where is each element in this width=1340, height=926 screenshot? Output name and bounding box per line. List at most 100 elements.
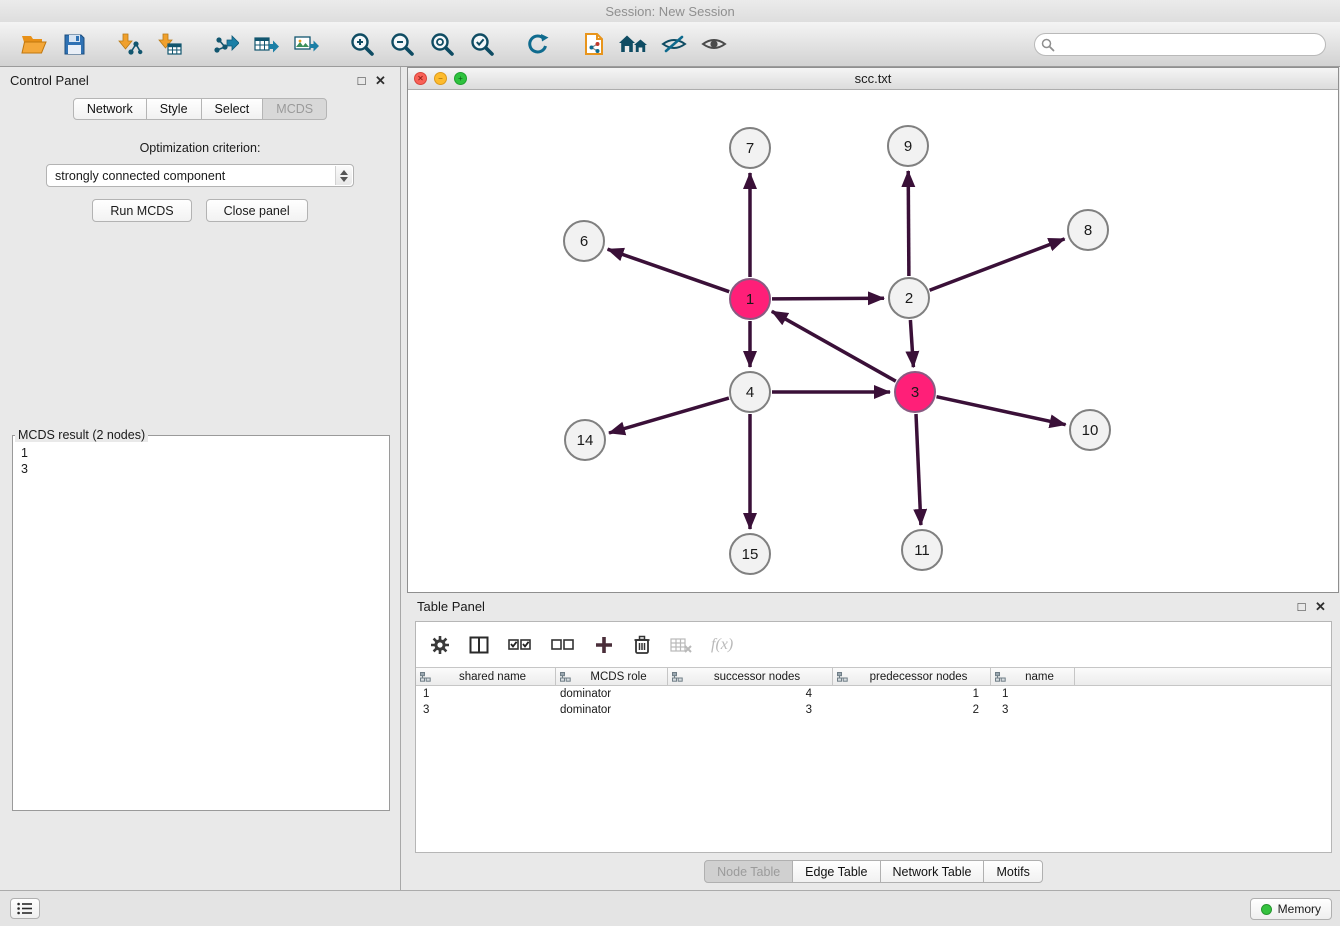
- home-button[interactable]: [614, 26, 654, 62]
- node-6[interactable]: 6: [564, 221, 604, 261]
- tab-motifs[interactable]: Motifs: [983, 860, 1042, 883]
- zoom-window-button[interactable]: +: [454, 72, 467, 85]
- export-image-button[interactable]: [286, 26, 326, 62]
- tab-network-table[interactable]: Network Table: [880, 860, 985, 883]
- edge-3-11[interactable]: [916, 414, 921, 525]
- table-cell[interactable]: dominator: [556, 702, 668, 718]
- edge-4-14[interactable]: [609, 398, 729, 433]
- column-header-predecessor-nodes[interactable]: predecessor nodes: [833, 668, 991, 685]
- minimize-window-button[interactable]: −: [434, 72, 447, 85]
- table-row[interactable]: 1dominator411: [416, 686, 1331, 702]
- edge-3-10[interactable]: [937, 397, 1066, 425]
- node-3[interactable]: 3: [895, 372, 935, 412]
- memory-label: Memory: [1278, 902, 1321, 916]
- table-row[interactable]: 3dominator323: [416, 702, 1331, 718]
- export-table-button[interactable]: [246, 26, 286, 62]
- delete-table-button[interactable]: [670, 636, 692, 654]
- node-7[interactable]: 7: [730, 128, 770, 168]
- zoom-fit-button[interactable]: [422, 26, 462, 62]
- sort-column-icon: [672, 672, 683, 682]
- node-10[interactable]: 10: [1070, 410, 1110, 450]
- delete-column-button[interactable]: [633, 635, 651, 655]
- create-column-button[interactable]: [594, 635, 614, 655]
- column-header-name[interactable]: name: [991, 668, 1075, 685]
- close-control-panel-button[interactable]: ✕: [371, 71, 390, 90]
- apply-style-button[interactable]: [654, 26, 694, 62]
- table-cell[interactable]: 3: [668, 702, 833, 718]
- column-header-MCDS-role[interactable]: MCDS role: [556, 668, 668, 685]
- close-window-button[interactable]: ✕: [414, 72, 427, 85]
- mcds-result-list[interactable]: 13: [13, 442, 389, 810]
- result-item[interactable]: 1: [21, 445, 381, 461]
- column-header-shared-name[interactable]: shared name: [416, 668, 556, 685]
- node-8[interactable]: 8: [1068, 210, 1108, 250]
- memory-button[interactable]: Memory: [1250, 898, 1332, 920]
- table-cell[interactable]: 1: [833, 686, 991, 702]
- import-table-icon: [157, 32, 183, 56]
- table-cell[interactable]: 1: [991, 686, 1075, 702]
- export-network-button[interactable]: [206, 26, 246, 62]
- table-settings-button[interactable]: [430, 635, 450, 655]
- node-15[interactable]: 15: [730, 534, 770, 574]
- edge-3-1[interactable]: [772, 311, 896, 381]
- close-icon: ✕: [1315, 599, 1326, 614]
- import-network-button[interactable]: [110, 26, 150, 62]
- edge-2-8[interactable]: [930, 239, 1065, 290]
- tab-style[interactable]: Style: [146, 98, 202, 120]
- tab-select[interactable]: Select: [201, 98, 264, 120]
- tab-network[interactable]: Network: [73, 98, 147, 120]
- node-9[interactable]: 9: [888, 126, 928, 166]
- column-header-successor-nodes[interactable]: successor nodes: [668, 668, 833, 685]
- edge-1-2[interactable]: [772, 298, 884, 299]
- import-table-button[interactable]: [150, 26, 190, 62]
- svg-text:3: 3: [911, 384, 919, 401]
- table-cell[interactable]: 4: [668, 686, 833, 702]
- task-history-button[interactable]: [10, 898, 40, 919]
- search-input[interactable]: [1034, 33, 1326, 56]
- run-mcds-button[interactable]: Run MCDS: [92, 199, 191, 222]
- zoom-in-button[interactable]: [342, 26, 382, 62]
- tab-edge-table[interactable]: Edge Table: [792, 860, 880, 883]
- node-1[interactable]: 1: [730, 279, 770, 319]
- edge-1-6[interactable]: [608, 249, 730, 292]
- open-session-button[interactable]: [14, 26, 54, 62]
- table-cell[interactable]: dominator: [556, 686, 668, 702]
- node-4[interactable]: 4: [730, 372, 770, 412]
- table-panel-header: Table Panel □ ✕: [407, 593, 1340, 620]
- show-columns-button[interactable]: [469, 635, 489, 655]
- mcds-result-title: MCDS result (2 nodes): [15, 428, 148, 442]
- unselect-all-columns-button[interactable]: [551, 636, 575, 654]
- table-panel: Table Panel □ ✕: [407, 593, 1340, 890]
- table-cell[interactable]: 3: [991, 702, 1075, 718]
- graphics-details-button[interactable]: [694, 26, 734, 62]
- svg-text:1: 1: [746, 291, 754, 308]
- network-window-titlebar: ✕ − + scc.txt: [408, 68, 1338, 90]
- network-canvas[interactable]: 7 9 6 8 1 2 4 3 14 10 15 11: [408, 90, 1338, 592]
- table-cell[interactable]: 2: [833, 702, 991, 718]
- open-session-file-button[interactable]: [574, 26, 614, 62]
- node-11[interactable]: 11: [902, 530, 942, 570]
- zoom-selected-button[interactable]: [462, 26, 502, 62]
- edge-2-9[interactable]: [908, 171, 909, 276]
- node-14[interactable]: 14: [565, 420, 605, 460]
- function-builder-button[interactable]: f(x): [711, 636, 733, 654]
- tab-mcds[interactable]: MCDS: [262, 98, 327, 120]
- edge-2-3[interactable]: [910, 320, 913, 367]
- zoom-out-button[interactable]: [382, 26, 422, 62]
- network-view-window: ✕ − + scc.txt 7 9 6 8 1 2 4 3 14 10 15 11: [407, 67, 1339, 593]
- optimization-dropdown[interactable]: strongly connected component: [46, 164, 354, 187]
- close-table-panel-button[interactable]: ✕: [1311, 597, 1330, 616]
- select-all-columns-button[interactable]: [508, 636, 532, 654]
- float-control-panel-button[interactable]: □: [352, 71, 371, 90]
- gear-icon: [430, 635, 450, 655]
- float-table-panel-button[interactable]: □: [1292, 597, 1311, 616]
- close-panel-button[interactable]: Close panel: [206, 199, 308, 222]
- window-traffic-lights: ✕ − +: [414, 72, 467, 85]
- node-2[interactable]: 2: [889, 278, 929, 318]
- save-session-button[interactable]: [54, 26, 94, 62]
- result-item[interactable]: 3: [21, 461, 381, 477]
- tab-node-table[interactable]: Node Table: [704, 860, 793, 883]
- table-cell[interactable]: 3: [416, 702, 556, 718]
- refresh-button[interactable]: [518, 26, 558, 62]
- table-cell[interactable]: 1: [416, 686, 556, 702]
